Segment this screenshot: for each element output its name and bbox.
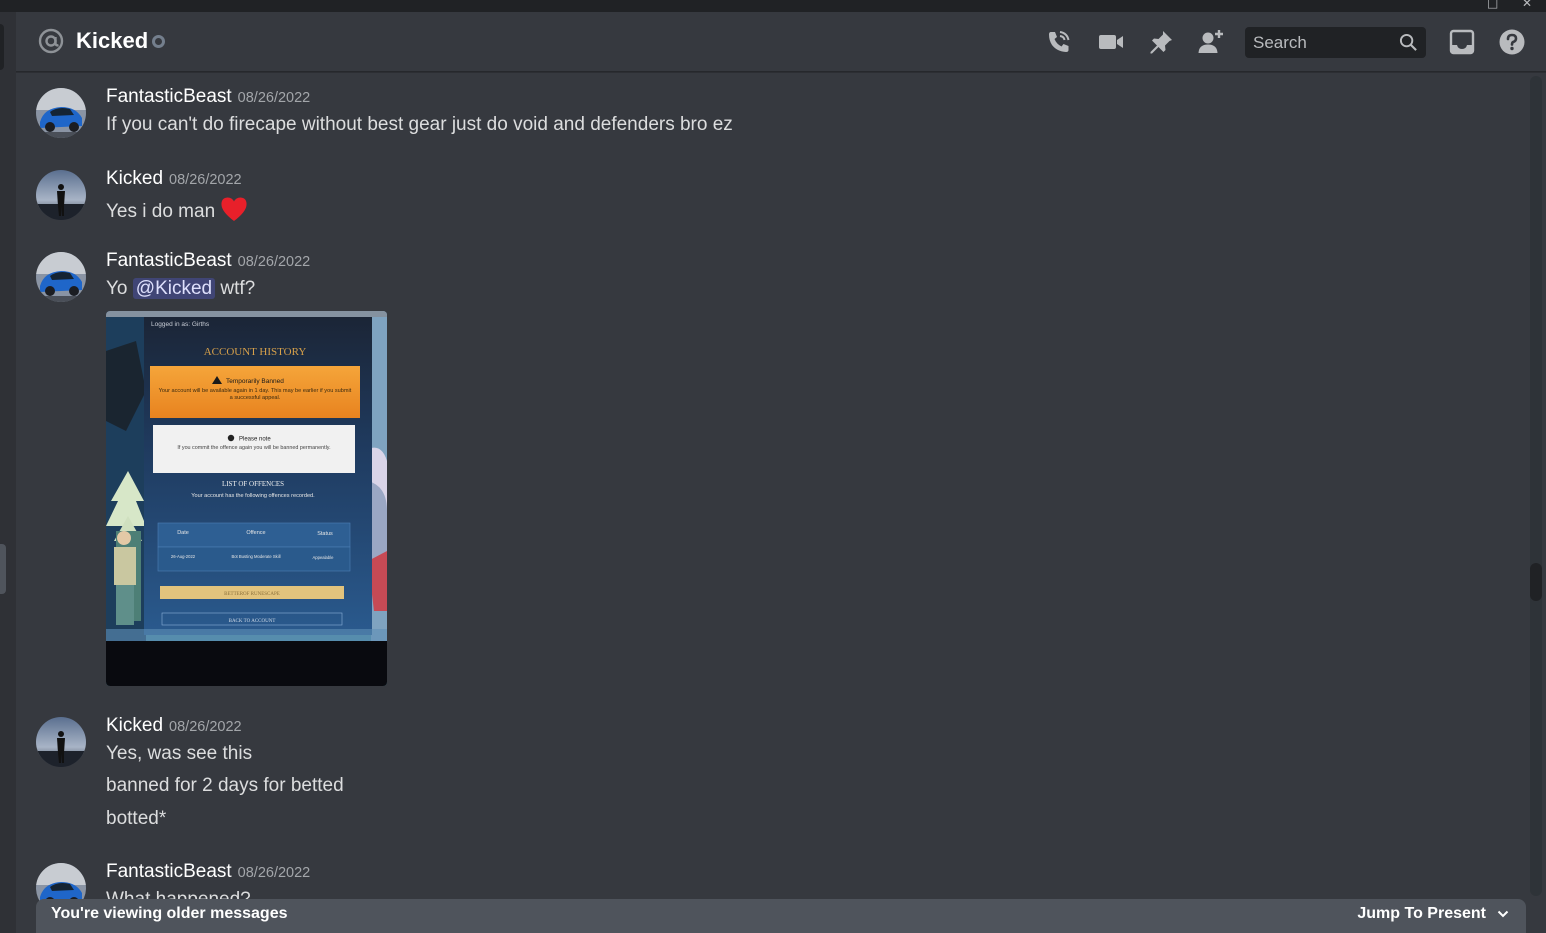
window-titlebar: □ ✕ [0, 0, 1546, 12]
message-text: Yo [106, 278, 128, 299]
channel-title: Kicked [76, 28, 149, 53]
offences-subtitle: Your account has the following offences … [191, 493, 315, 499]
silhouette-avatar-image [36, 170, 86, 220]
jump-to-present-label: Jump To Present [1357, 905, 1486, 922]
message-list: FantasticBeast 08/26/2022 If you can't do… [16, 73, 1526, 933]
message-author[interactable]: FantasticBeast [106, 861, 232, 882]
avatar[interactable] [36, 88, 86, 138]
image-attachment[interactable]: Logged in as: Girths ACCOUNT HISTORY Tem… [106, 311, 387, 686]
heart-icon [221, 197, 247, 221]
channel-header: Kicked [16, 12, 1546, 72]
primary-action-text: BETTEROF RUNESCAPE [224, 592, 280, 597]
server-unread-indicator [0, 544, 6, 594]
search-icon [1399, 33, 1417, 51]
pinned-messages-icon[interactable] [1147, 28, 1175, 56]
silhouette-avatar-image [36, 717, 86, 767]
message-author[interactable]: FantasticBeast [106, 250, 232, 271]
video-call-icon[interactable] [1097, 28, 1125, 56]
message-timestamp: 08/26/2022 [237, 865, 311, 881]
message-timestamp: 08/26/2022 [169, 172, 242, 188]
message-author[interactable]: FantasticBeast [106, 86, 232, 107]
server-list-edge [0, 12, 16, 933]
window-restore-button[interactable]: □ [1487, 0, 1498, 9]
avatar[interactable] [36, 252, 86, 302]
message-text-container: Yes i do man [106, 196, 248, 223]
ban-title: Temporarily Banned [226, 378, 284, 385]
back-to-account-text: BACK TO ACCOUNT [229, 619, 276, 624]
message-item: FantasticBeast 08/26/2022 If you can't do… [16, 73, 1506, 155]
table-header-offence: Offence [246, 530, 265, 536]
message-text: If you can't do firecape without best ge… [106, 114, 733, 135]
message-text-container: Yo @Kicked wtf? [106, 278, 255, 300]
window-close-button[interactable]: ✕ [1522, 0, 1532, 9]
message-timestamp: 08/26/2022 [237, 90, 311, 106]
server-pill-indicator [0, 24, 4, 70]
note-text: If you commit the offence again you will… [177, 445, 331, 451]
older-messages-text: You're viewing older messages [51, 905, 288, 922]
voice-call-icon[interactable] [1045, 28, 1073, 56]
account-history-screenshot: Logged in as: Girths ACCOUNT HISTORY Tem… [106, 311, 387, 686]
message-author[interactable]: Kicked [106, 715, 163, 736]
search-box[interactable] [1245, 27, 1426, 58]
jump-to-present-button[interactable]: Jump To Present [1357, 899, 1510, 929]
logged-in-text: Logged in as: Girths [151, 321, 210, 328]
message-item: Kicked 08/26/2022 Yes i do man [16, 155, 1506, 237]
car-avatar-image [36, 252, 86, 302]
message-timestamp: 08/26/2022 [169, 719, 242, 735]
chevron-down-icon [1497, 910, 1509, 918]
message-text: banned for 2 days for betted [106, 775, 344, 796]
add-friend-icon[interactable] [1197, 28, 1225, 56]
avatar[interactable] [36, 170, 86, 220]
at-sign-icon [38, 28, 64, 54]
avatar[interactable] [36, 717, 86, 767]
scrollbar-track[interactable] [1530, 76, 1542, 896]
message-text: wtf? [220, 278, 256, 299]
table-cell-date: 26-Aug-2022 [171, 554, 196, 559]
message-text: Yes i do man [106, 201, 216, 222]
search-input[interactable] [1245, 27, 1395, 58]
message-timestamp: 08/26/2022 [237, 254, 311, 270]
table-cell-offence: Bot Busting Moderate Skill [231, 554, 280, 559]
account-history-title: ACCOUNT HISTORY [204, 346, 307, 358]
table-cell-status: Appealable [313, 555, 335, 560]
offences-title: LIST OF OFFENCES [222, 480, 284, 488]
ban-text: Your account will be available again in … [158, 388, 352, 401]
older-messages-bar: You're viewing older messages Jump To Pr… [36, 899, 1526, 933]
user-mention[interactable]: @Kicked [132, 278, 216, 299]
message-item: FantasticBeast 08/26/2022 Yo @Kicked wtf? [16, 237, 1506, 697]
status-indicator [152, 35, 165, 48]
table-header-status: Status [317, 531, 333, 537]
help-icon[interactable] [1498, 28, 1526, 56]
message-text: Yes, was see this [106, 743, 253, 764]
scrollbar-thumb[interactable] [1530, 563, 1542, 601]
message-text: botted* [106, 808, 167, 829]
table-header-date: Date [177, 530, 189, 536]
note-title: Please note [239, 437, 271, 443]
car-avatar-image [36, 88, 86, 138]
message-author[interactable]: Kicked [106, 168, 163, 189]
message-item: Kicked 08/26/2022 Yes, was see this banne… [16, 702, 1506, 848]
inbox-icon[interactable] [1448, 28, 1476, 56]
